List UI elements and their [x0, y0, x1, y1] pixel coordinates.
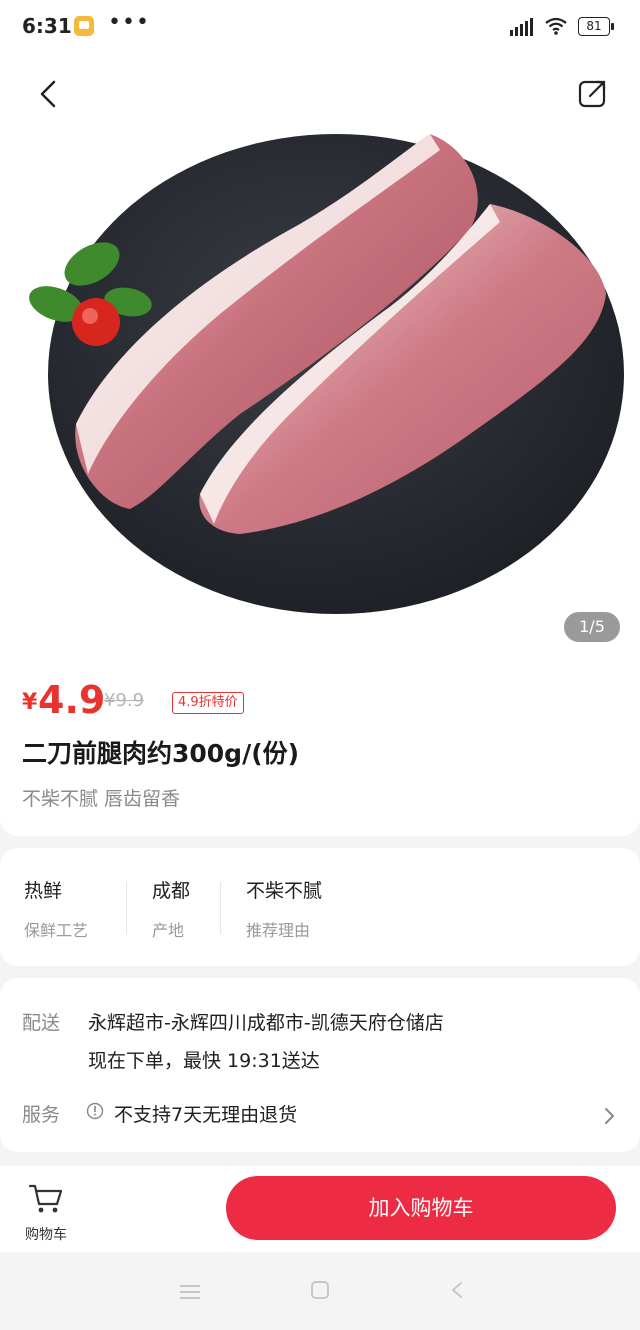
- current-price: 4.9: [38, 678, 106, 722]
- status-bar: 6:31 ••• 81: [0, 0, 640, 54]
- chevron-right-icon[interactable]: [602, 1106, 616, 1126]
- info-icon: [86, 1102, 104, 1120]
- signal-icon: [510, 18, 533, 36]
- feature-label: 推荐理由: [246, 921, 311, 940]
- share-icon[interactable]: [572, 74, 612, 114]
- feature-value: 热鲜: [24, 880, 63, 902]
- product-title: 二刀前腿肉约300g/(份): [22, 739, 300, 768]
- price-symbol: ¥: [22, 690, 38, 715]
- delivery-eta: 现在下单，最快 19:31送达: [88, 1050, 320, 1072]
- battery-level: 81: [578, 17, 610, 36]
- product-image: [29, 134, 624, 614]
- home-icon[interactable]: [310, 1280, 330, 1300]
- product-gallery[interactable]: 1/5: [0, 54, 640, 670]
- add-to-cart-button[interactable]: 加入购物车: [226, 1176, 616, 1240]
- bottom-action-bar: 购物车 加入购物车: [0, 1166, 640, 1252]
- gallery-page-indicator: 1/5: [564, 612, 620, 642]
- battery-icon: 81: [578, 17, 614, 36]
- service-text: 不支持7天无理由退货: [114, 1104, 298, 1126]
- discount-badge: 4.9折特价: [172, 692, 244, 714]
- back-icon[interactable]: [30, 74, 70, 114]
- cart-tab[interactable]: 购物车: [14, 1180, 78, 1244]
- notification-icon: [74, 16, 94, 36]
- menu-icon[interactable]: [180, 1284, 200, 1300]
- feature-reason: 不柴不腻 推荐理由: [246, 876, 322, 941]
- feature-value: 不柴不腻: [246, 880, 323, 902]
- original-price: ¥9.9: [104, 690, 145, 711]
- feature-label: 产地: [152, 921, 185, 940]
- cart-label: 购物车: [25, 1227, 67, 1243]
- feature-card: 热鲜 保鲜工艺 成都 产地 不柴不腻 推荐理由: [0, 848, 640, 966]
- more-dots-icon: •••: [108, 10, 150, 35]
- feature-freshness: 热鲜 保鲜工艺: [24, 876, 88, 941]
- feature-value: 成都: [152, 880, 191, 902]
- status-time: 6:31: [22, 14, 72, 38]
- back-nav-icon[interactable]: [450, 1280, 464, 1300]
- wifi-icon: [545, 17, 567, 35]
- system-nav-bar: [0, 1252, 640, 1330]
- divider: [220, 882, 221, 934]
- cart-icon: [28, 1184, 63, 1213]
- delivery-store: 永辉超市-永辉四川成都市-凯德天府仓储店: [88, 1012, 444, 1034]
- divider: [126, 882, 127, 934]
- delivery-label: 配送: [22, 1012, 61, 1034]
- feature-origin: 成都 产地: [152, 876, 190, 941]
- price-card: ¥ 4.9 ¥9.9 4.9折特价 二刀前腿肉约300g/(份) 不柴不腻 唇齿…: [0, 670, 640, 836]
- product-subtitle: 不柴不腻 唇齿留香: [22, 788, 181, 810]
- service-label: 服务: [22, 1104, 61, 1126]
- feature-label: 保鲜工艺: [24, 921, 89, 940]
- delivery-card: 配送 永辉超市-永辉四川成都市-凯德天府仓储店 现在下单，最快 19:31送达 …: [0, 978, 640, 1152]
